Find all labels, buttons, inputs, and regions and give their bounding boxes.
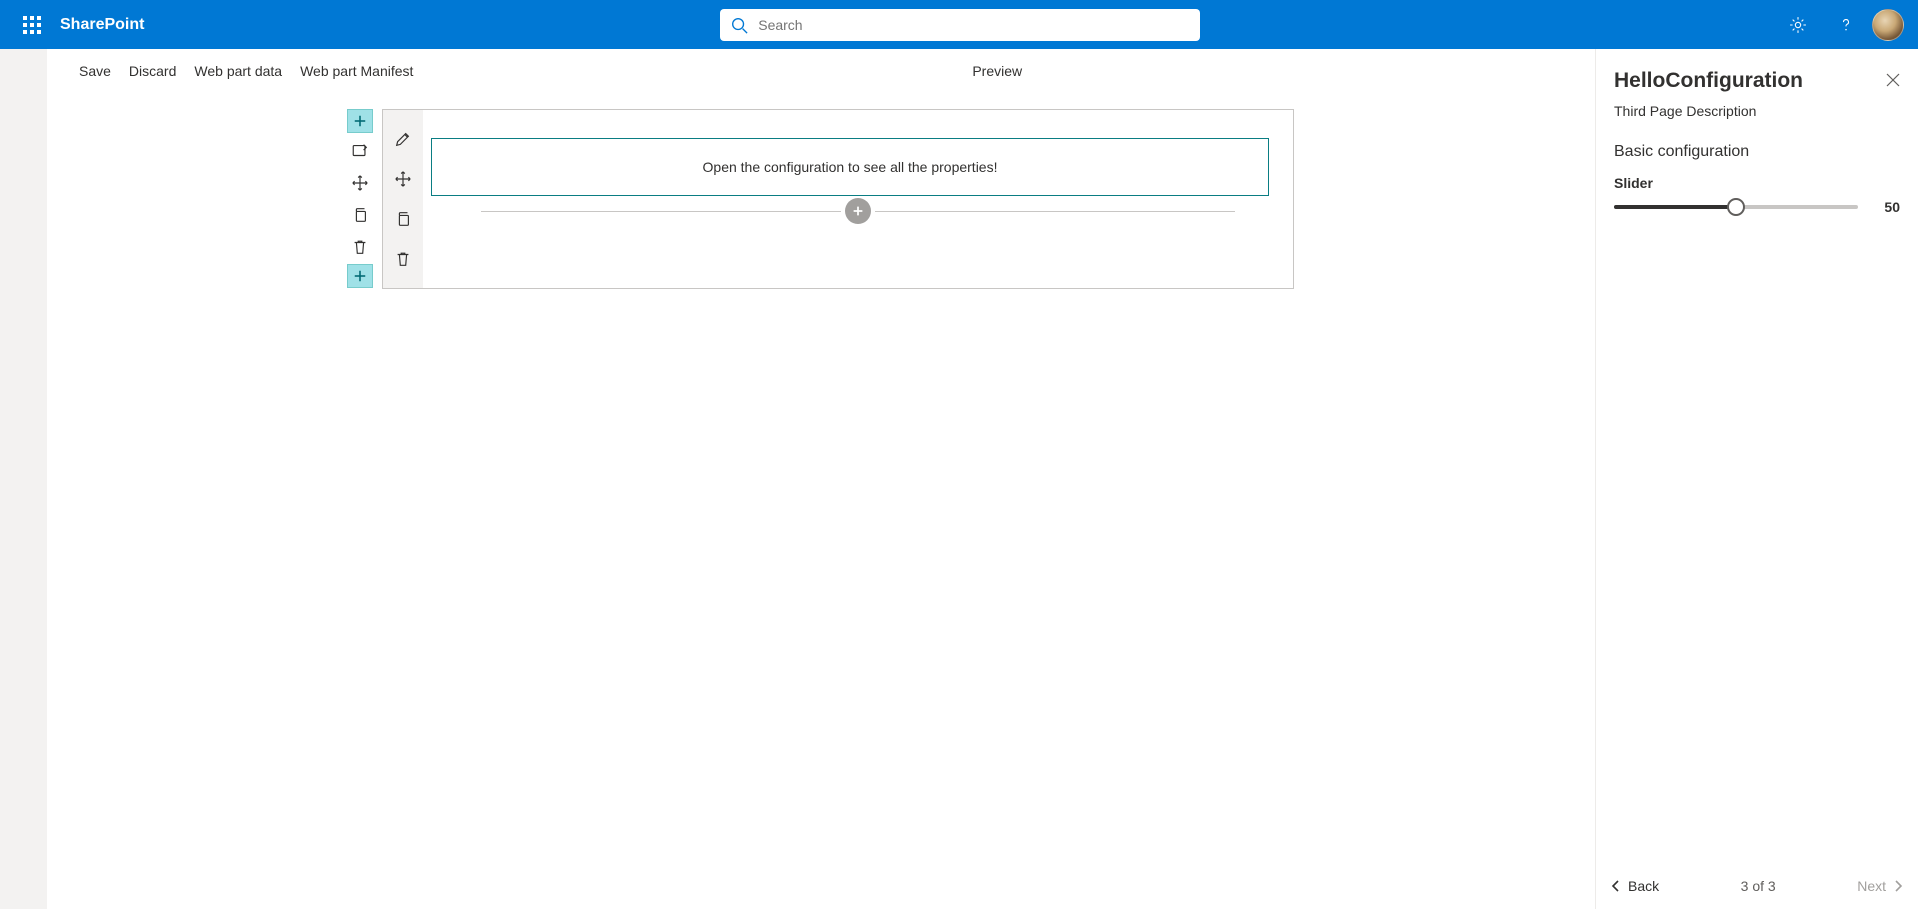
search-box[interactable] [720,9,1200,41]
settings-button[interactable] [1776,1,1820,49]
plus-icon [353,269,367,283]
section-toolbar [347,140,373,258]
pane-description: Third Page Description [1596,97,1918,137]
delete-webpart-button[interactable] [390,248,416,270]
pane-close-button[interactable] [1886,69,1900,92]
slider-value: 50 [1872,199,1900,215]
command-bar: Save Discard Web part data Web part Mani… [47,49,1595,93]
webpart-manifest-button[interactable]: Web part Manifest [300,63,413,79]
property-pane: HelloConfiguration Third Page Descriptio… [1596,49,1918,909]
webpart-placeholder[interactable]: Open the configuration to see all the pr… [431,138,1269,196]
gear-icon [1788,15,1808,35]
workbench: Save Discard Web part data Web part Mani… [47,49,1596,909]
pane-title: HelloConfiguration [1614,69,1803,93]
left-rail [0,49,47,909]
search-input[interactable] [758,17,1190,33]
trash-icon [394,250,412,268]
chevron-left-icon [1610,880,1622,892]
move-icon [351,174,369,192]
pane-next-label: Next [1857,878,1886,894]
waffle-icon [23,16,41,34]
edit-webpart-button[interactable] [390,128,416,150]
suite-header: SharePoint [0,0,1918,49]
help-icon [1836,15,1856,35]
app-launcher-button[interactable] [8,1,56,49]
pane-next-button: Next [1857,878,1904,894]
pencil-icon [394,130,412,148]
chevron-right-icon [1892,880,1904,892]
move-icon [394,170,412,188]
webpart-message: Open the configuration to see all the pr… [703,159,998,175]
preview-button[interactable]: Preview [972,63,1022,79]
trash-icon [351,238,369,256]
duplicate-section-button[interactable] [347,204,373,226]
canvas-section[interactable]: Open the configuration to see all the pr… [382,109,1294,289]
slider[interactable] [1614,205,1858,209]
pane-back-button[interactable]: Back [1610,878,1659,894]
discard-button[interactable]: Discard [129,63,176,79]
brand-label[interactable]: SharePoint [60,16,144,34]
pane-back-label: Back [1628,878,1659,894]
duplicate-webpart-button[interactable] [390,208,416,230]
slider-fill [1614,205,1736,209]
delete-section-button[interactable] [347,236,373,258]
slider-label: Slider [1614,175,1900,191]
pane-pager: 3 of 3 [1659,878,1857,894]
webpart-data-button[interactable]: Web part data [194,63,282,79]
save-button[interactable]: Save [79,63,111,79]
webpart-toolbar [383,110,423,288]
duplicate-icon [351,206,369,224]
add-section-below-button[interactable] [347,264,373,288]
user-avatar[interactable] [1872,9,1904,41]
plus-icon [353,114,367,128]
move-webpart-button[interactable] [390,168,416,190]
group-title: Basic configuration [1614,143,1900,161]
slider-thumb[interactable] [1727,198,1745,216]
duplicate-icon [394,210,412,228]
move-section-button[interactable] [347,172,373,194]
edit-section-button[interactable] [347,140,373,162]
add-webpart-button[interactable] [845,198,871,224]
edit-section-icon [351,142,369,160]
close-icon [1886,73,1900,87]
plus-icon [851,204,865,218]
help-button[interactable] [1824,1,1868,49]
search-icon [730,16,748,34]
add-section-above-button[interactable] [347,109,373,133]
